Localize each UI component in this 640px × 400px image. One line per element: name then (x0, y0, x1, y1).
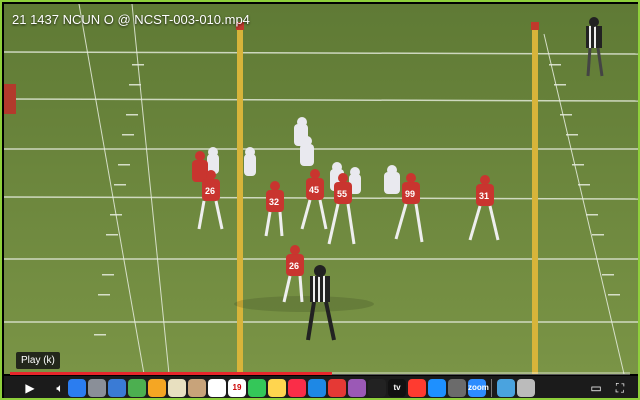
podcasts-icon[interactable] (348, 379, 366, 397)
player-right-controls: ▭ ⛶ (588, 376, 628, 398)
window-frame: 26 32 45 55 99 31 26 21 1437 NCUN O @ NC… (0, 0, 640, 400)
dock-separator (491, 379, 492, 397)
system-preferences-icon[interactable] (448, 379, 466, 397)
macos-dock: 19 tv zoom (68, 376, 535, 398)
calendar-icon[interactable]: 19 (228, 379, 246, 397)
jersey-number: 55 (337, 189, 347, 199)
contacts-icon[interactable] (188, 379, 206, 397)
preview-icon[interactable] (108, 379, 126, 397)
tv-icon[interactable]: tv (388, 379, 406, 397)
siri-icon[interactable] (368, 379, 386, 397)
stickies-icon[interactable] (268, 379, 286, 397)
jersey-number: 26 (205, 186, 215, 196)
goalpost-left (237, 24, 243, 374)
finder-icon[interactable] (68, 379, 86, 397)
sideline-marker (4, 84, 16, 114)
jersey-number: 45 (309, 185, 319, 195)
goalpost-right (532, 24, 538, 374)
progress-fill (10, 372, 333, 375)
app-store-icon[interactable] (428, 379, 446, 397)
reminders-icon[interactable] (208, 379, 226, 397)
video-viewport[interactable]: 26 32 45 55 99 31 26 21 1437 NCUN O @ NC… (4, 4, 638, 374)
miniplayer-icon[interactable]: ▭ (588, 381, 604, 395)
folder-icon[interactable] (497, 379, 515, 397)
jersey-number: 32 (269, 197, 279, 207)
zoom-icon[interactable]: zoom (468, 379, 489, 397)
volume-icon[interactable]: 🔈︎ (52, 380, 68, 396)
play-tooltip: Play (k) (16, 352, 60, 369)
jersey-number: 99 (405, 189, 415, 199)
photos-icon[interactable] (148, 379, 166, 397)
launchpad-icon[interactable] (88, 379, 106, 397)
music-icon[interactable] (288, 379, 306, 397)
safari-icon[interactable] (308, 379, 326, 397)
jersey-number: 26 (289, 261, 299, 271)
chrome-icon[interactable] (328, 379, 346, 397)
video-title: 21 1437 NCUN O @ NCST-003-010.mp4 (12, 12, 250, 27)
messages-icon[interactable] (248, 379, 266, 397)
jersey-number: 31 (479, 191, 489, 201)
trash-icon[interactable] (517, 379, 535, 397)
football-field: 26 32 45 55 99 31 26 (4, 4, 638, 374)
play-icon[interactable]: ▶ (22, 380, 38, 396)
maps-icon[interactable] (128, 379, 146, 397)
fullscreen-icon[interactable]: ⛶ (612, 381, 628, 396)
news-icon[interactable] (408, 379, 426, 397)
notes-icon[interactable] (168, 379, 186, 397)
progress-bar[interactable] (10, 372, 630, 375)
